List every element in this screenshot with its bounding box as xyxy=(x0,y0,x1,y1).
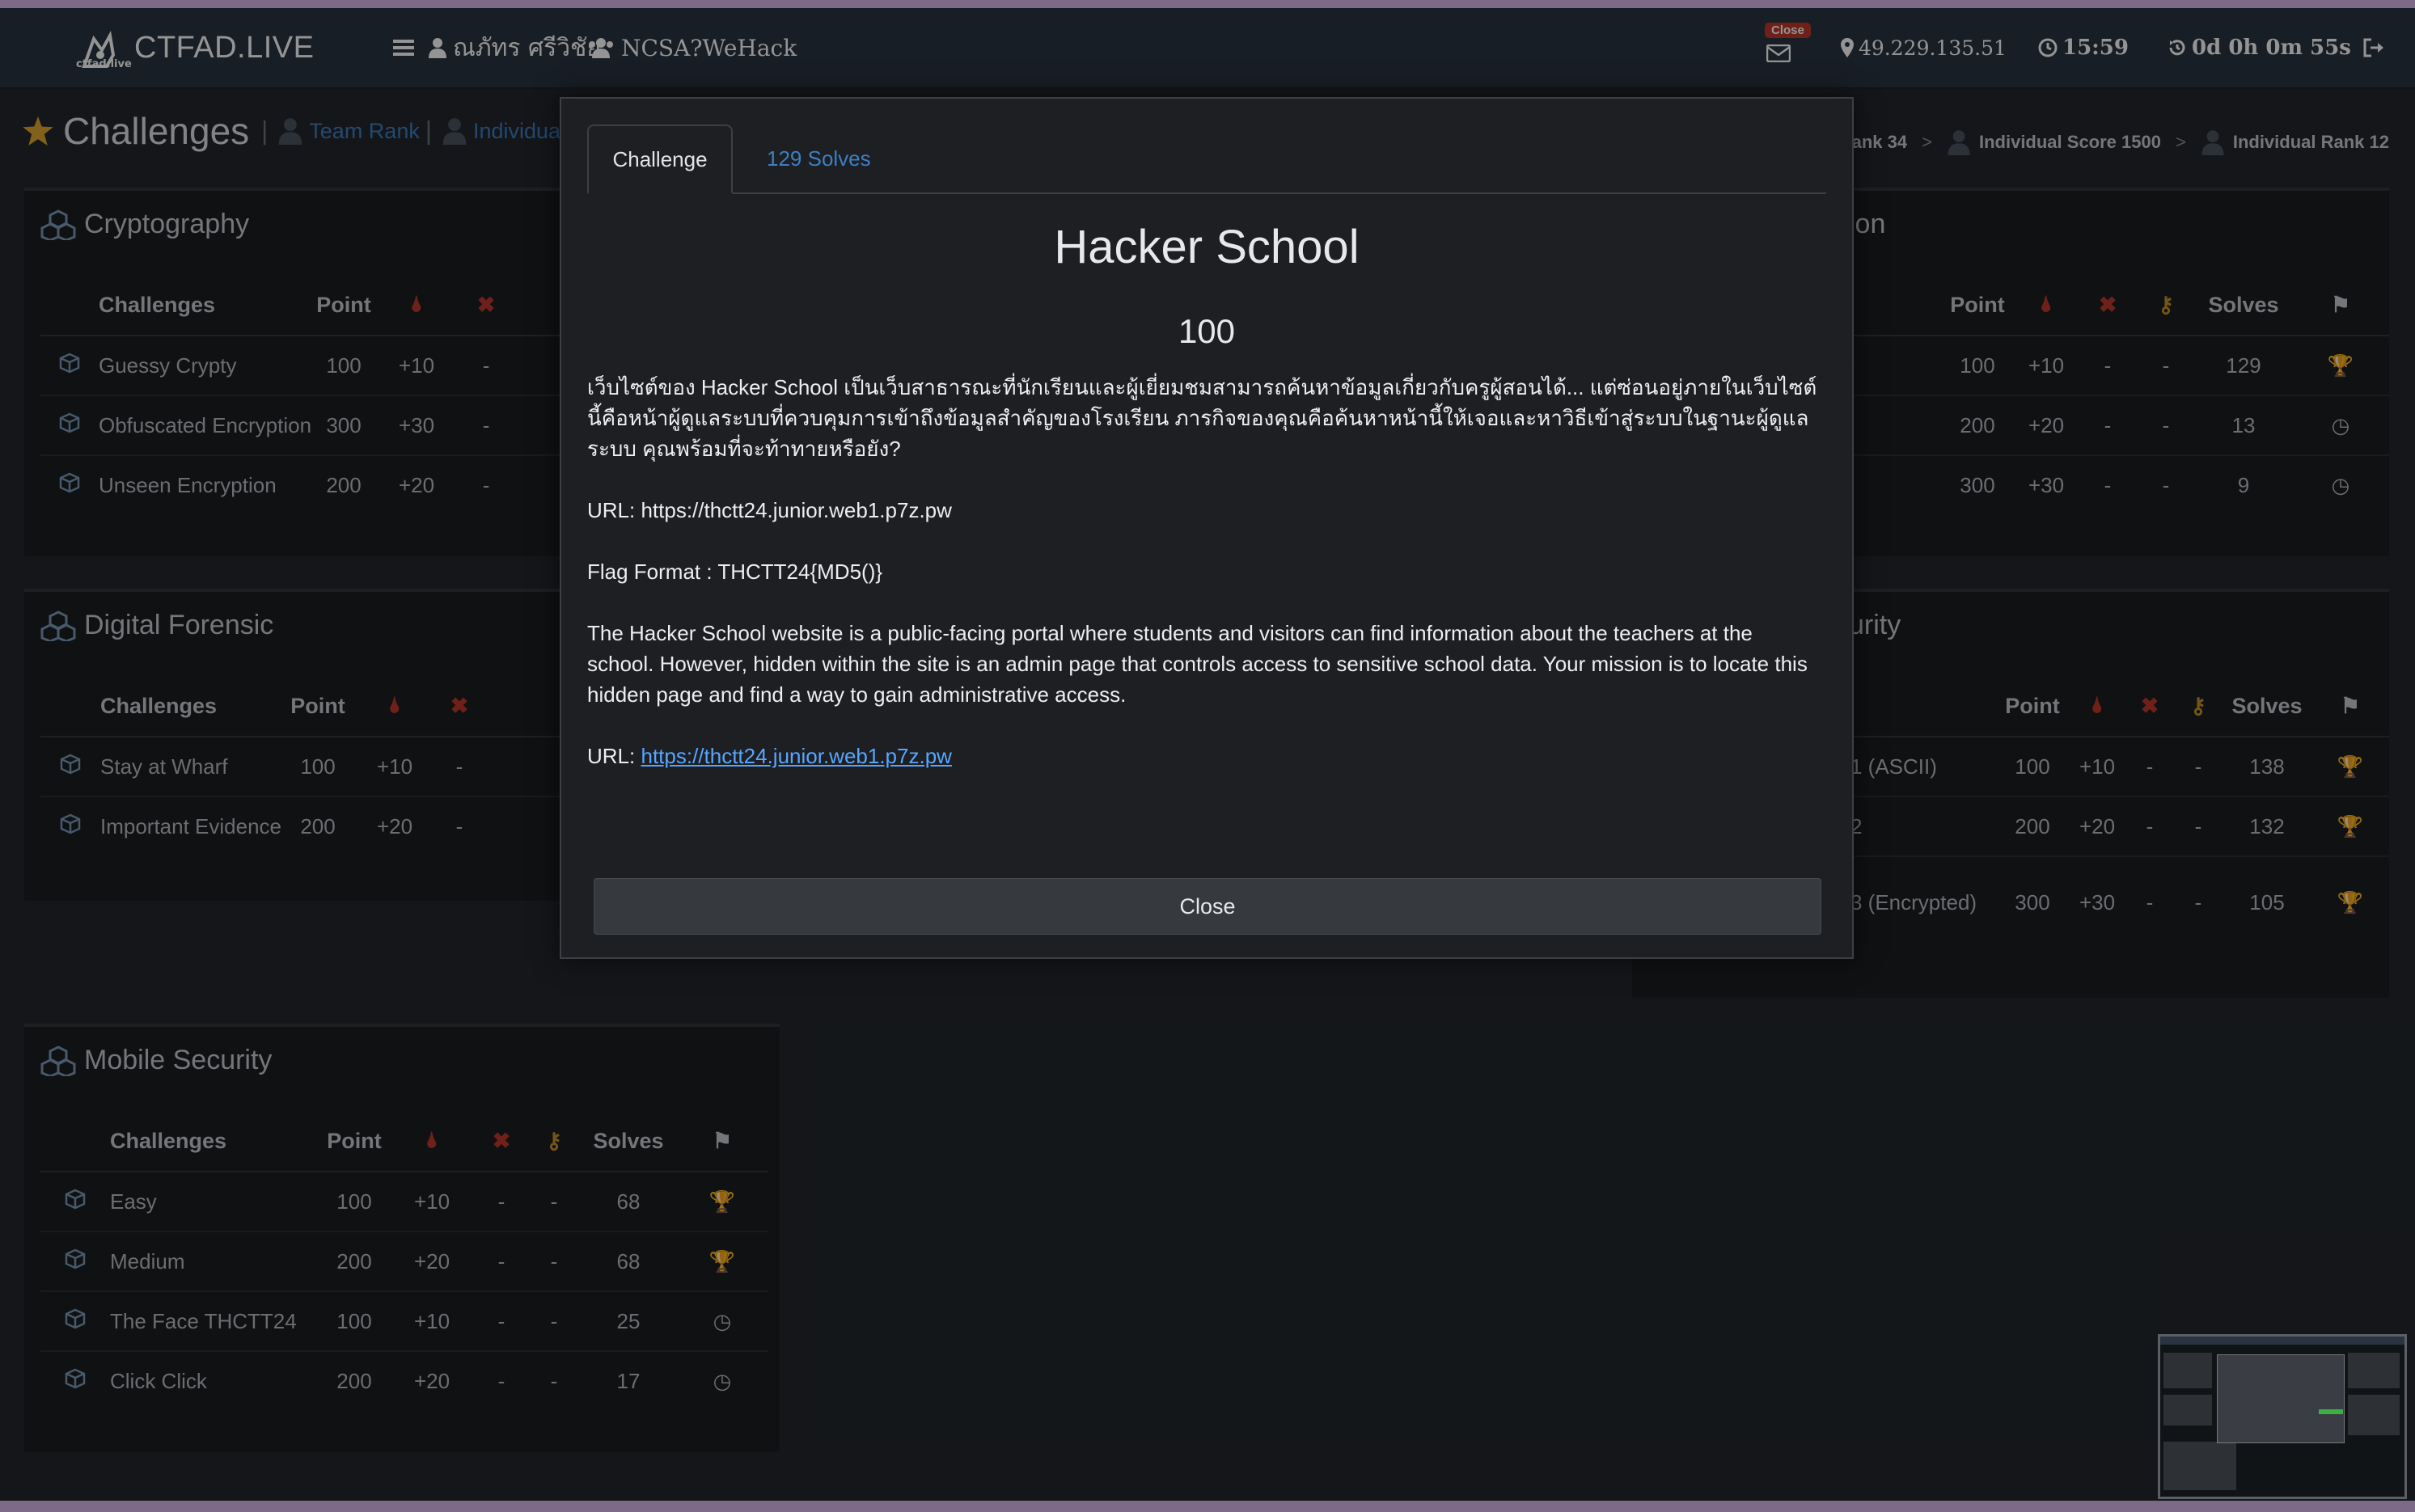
modal-tabs: Challenge 129 Solves xyxy=(587,125,1826,194)
app-root: ctfad.live CTFAD.LIVE ณภัทร ศรีวิชัย NCS… xyxy=(0,8,2415,1501)
screenshot-thumbnail[interactable] xyxy=(2158,1334,2407,1499)
challenge-points: 100 xyxy=(1178,312,1236,350)
close-button[interactable]: Close xyxy=(594,878,1821,935)
thumbnail-panel xyxy=(2348,1395,2400,1435)
url-line: URL: https://thctt24.junior.web1.p7z.pw xyxy=(587,498,952,522)
tab-solves[interactable]: 129 Solves xyxy=(742,125,895,192)
flag-format: Flag Format : THCTT24{MD5()} xyxy=(587,560,883,584)
thumbnail-navbar xyxy=(2160,1337,2404,1345)
thumbnail-panel xyxy=(2348,1353,2400,1388)
description-thai: เว็บไซต์ของ Hacker School เป็นเว็บสาธารณ… xyxy=(587,375,1817,461)
description-english: The Hacker School website is a public-fa… xyxy=(587,621,1808,707)
thumbnail-modal xyxy=(2217,1354,2345,1443)
thumbnail-panel xyxy=(2163,1395,2212,1425)
thumbnail-panel xyxy=(2163,1442,2236,1490)
challenge-description: เว็บไซต์ของ Hacker School เป็นเว็บสาธารณ… xyxy=(587,372,1825,802)
challenge-url-link[interactable]: https://thctt24.junior.web1.p7z.pw xyxy=(641,744,951,768)
tab-challenge[interactable]: Challenge xyxy=(587,125,733,194)
url-link-line: URL: https://thctt24.junior.web1.p7z.pw xyxy=(587,741,1825,771)
thumbnail-panel xyxy=(2163,1353,2212,1388)
thumbnail-highlight xyxy=(2319,1409,2343,1414)
challenge-title: Hacker School xyxy=(1054,221,1360,273)
challenge-modal: Challenge 129 Solves Hacker School 100 เ… xyxy=(560,97,1854,959)
url-label: URL: xyxy=(587,744,636,768)
